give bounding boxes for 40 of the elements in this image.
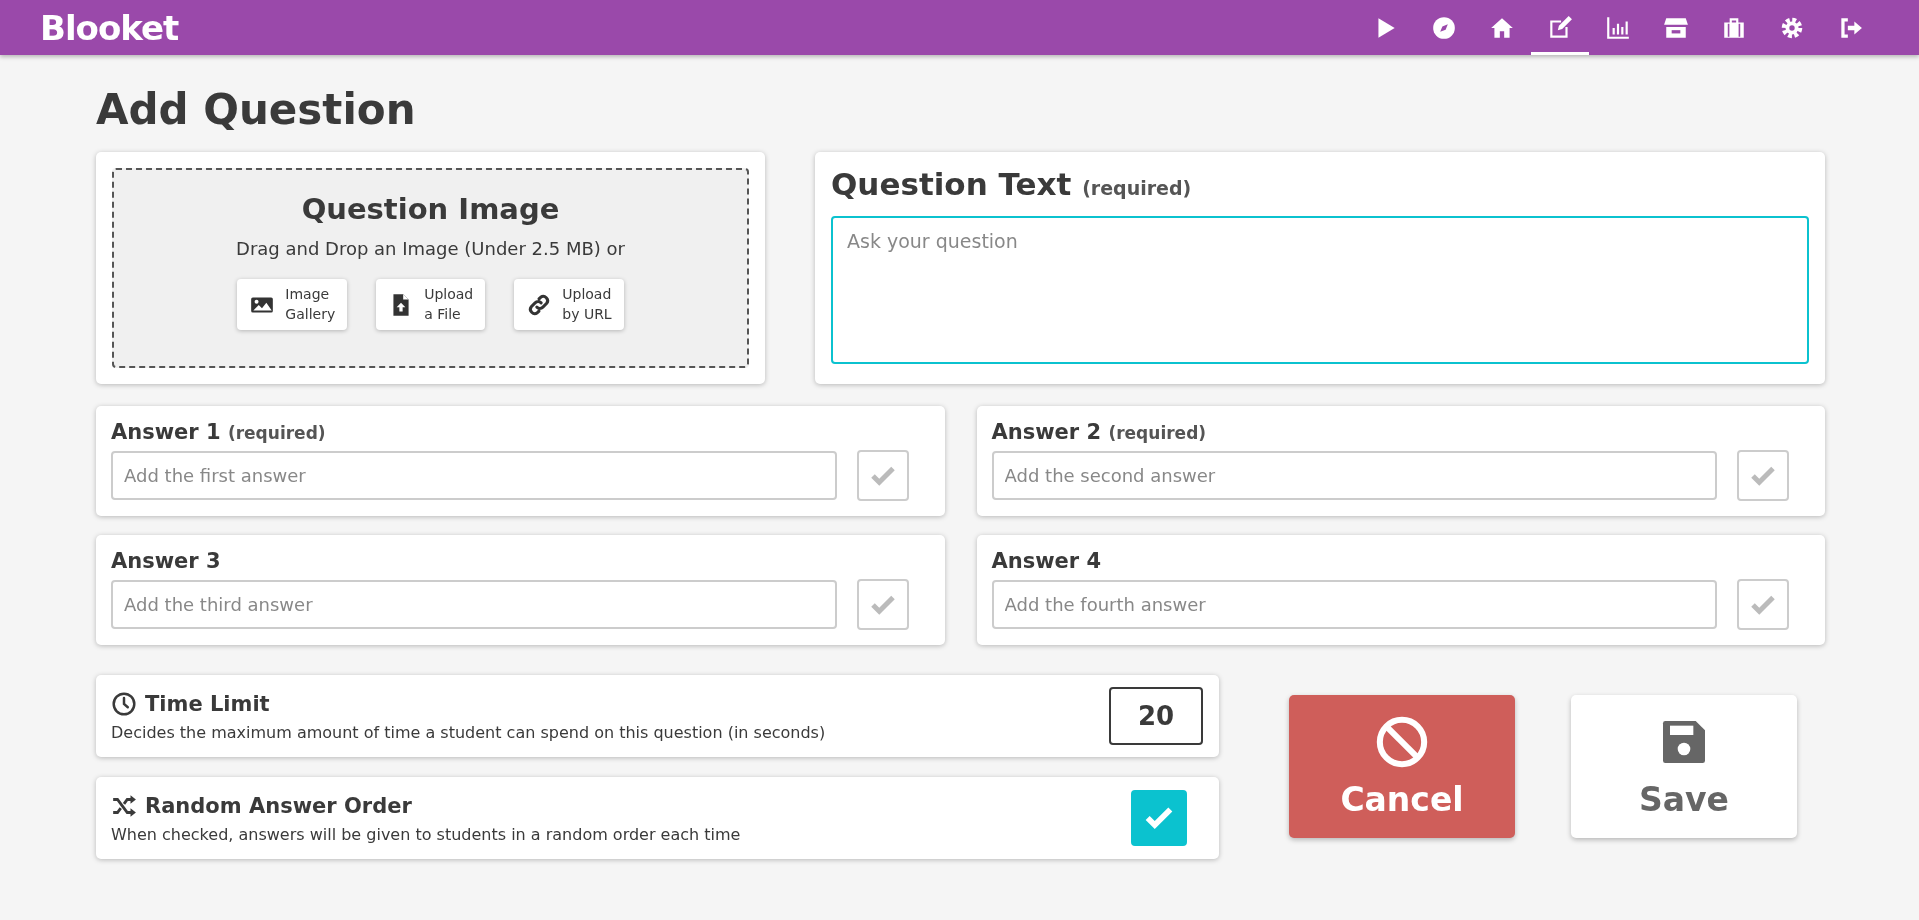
drop-hint: Drag and Drop an Image (Under 2.5 MB) or bbox=[236, 238, 625, 259]
time-limit-description: Decides the maximum amount of time a student can spend on this question (in seconds) bbox=[111, 722, 827, 742]
correct-checkbox[interactable] bbox=[1737, 579, 1789, 630]
time-limit-title: Time Limit bbox=[145, 691, 270, 716]
logo[interactable]: Blooket bbox=[40, 7, 1357, 48]
random-order-description: When checked, answers will be given to students in a random order each time bbox=[111, 824, 742, 844]
image-source-button[interactable]: Image Gallery bbox=[237, 279, 348, 331]
answer-field[interactable]: Add the third answer bbox=[111, 580, 837, 629]
question-heading: Question Text (required) bbox=[831, 166, 1193, 202]
bar-chart-icon bbox=[1605, 14, 1631, 41]
answer-field[interactable]: Add the fourth answer bbox=[991, 580, 1717, 629]
compass-icon bbox=[1431, 14, 1457, 41]
time-limit-field[interactable]: 20 bbox=[1109, 687, 1203, 745]
random-order-title: Random Answer Order bbox=[145, 793, 412, 818]
prohibited-icon bbox=[1374, 714, 1430, 770]
edit-icon bbox=[1547, 14, 1573, 41]
random-order-checkbox[interactable] bbox=[1131, 790, 1187, 846]
cancel-button[interactable]: Cancel bbox=[1289, 695, 1515, 838]
image-source-button[interactable]: Upload by URL bbox=[514, 279, 624, 331]
page-title: Add Question bbox=[96, 85, 417, 134]
image-heading: Question Image bbox=[301, 192, 560, 226]
check-icon bbox=[870, 595, 895, 615]
image-drop-zone[interactable]: Question Image Drag and Drop an Image (Under 2.5 MB) or Image Gallery Upload a File Upload by URL bbox=[112, 168, 749, 368]
answer-field[interactable]: Add the second answer bbox=[991, 451, 1717, 500]
check-icon bbox=[1751, 466, 1775, 486]
correct-checkbox[interactable] bbox=[856, 450, 909, 501]
correct-checkbox[interactable] bbox=[1737, 450, 1789, 501]
save-button[interactable]: Save bbox=[1571, 695, 1797, 838]
check-icon bbox=[1751, 595, 1775, 615]
check-icon bbox=[1145, 807, 1173, 830]
correct-checkbox[interactable] bbox=[856, 579, 909, 630]
clock-icon bbox=[111, 690, 137, 717]
answer-label: Answer 3 bbox=[111, 549, 222, 573]
image-source-button[interactable]: Upload a File bbox=[376, 279, 486, 331]
question-field[interactable]: Ask your question bbox=[831, 216, 1809, 364]
answer-label: Answer 1 (required) bbox=[111, 420, 327, 444]
answer-label: Answer 4 bbox=[991, 549, 1103, 573]
answer-label: Answer 2 (required) bbox=[991, 420, 1208, 444]
check-icon bbox=[870, 466, 895, 486]
answer-field[interactable]: Add the first answer bbox=[111, 451, 837, 500]
